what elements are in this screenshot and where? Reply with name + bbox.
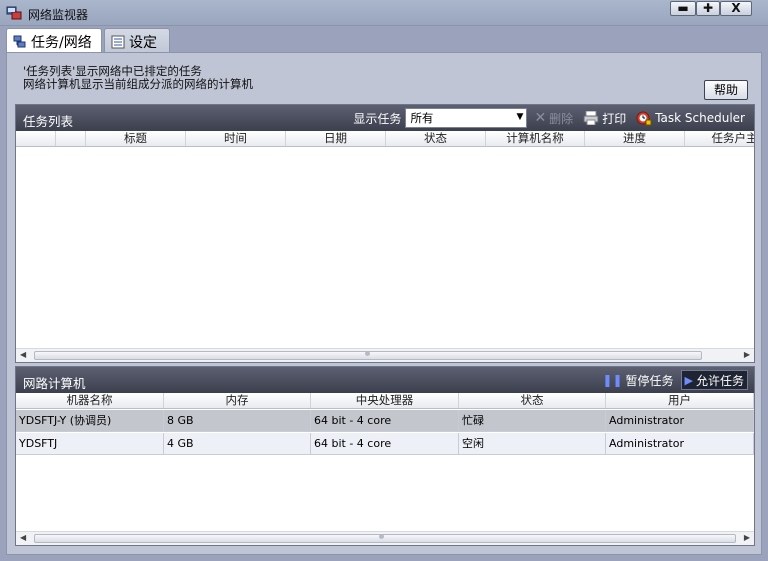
network-monitor-icon <box>6 6 22 20</box>
dropdown-arrow-icon: ▼ <box>516 112 524 122</box>
task-col-owner[interactable]: 任务户主 <box>685 131 755 146</box>
task-scheduler-icon <box>636 111 652 126</box>
printer-icon <box>583 111 599 125</box>
task-col-status[interactable]: 状态 <box>386 131 486 146</box>
machine-cpu-cell: 64 bit - 4 core <box>311 433 459 455</box>
pause-tasks-label: 暂停任务 <box>625 373 674 388</box>
main-content: '任务列表'显示网络中已排定的任务 网络计算机显示当前组成分派的网络的计算机 帮… <box>6 52 762 555</box>
task-list-header: 任务列表 显示任务 所有 ▼ ✕ 删除 打印 Task Scheduler <box>16 105 754 131</box>
task-scheduler-label: Task Scheduler <box>655 111 745 125</box>
scroll-grip-icon <box>379 534 384 539</box>
task-list-title: 任务列表 <box>23 114 74 129</box>
print-label: 打印 <box>602 111 627 126</box>
network-computers-panel: 网路计算机 ❚❚ 暂停任务 ▶ 允许任务 机器名称 内存 中央处理器 状态 用户… <box>15 366 755 546</box>
machine-status-cell: 忙碌 <box>459 410 606 432</box>
print-button[interactable]: 打印 <box>580 108 629 128</box>
title-bar: 网络监视器 ▬ ✚ X <box>0 0 768 26</box>
scroll-left-icon[interactable]: ◀ <box>20 350 26 359</box>
machine-memory-cell: 4 GB <box>164 433 311 455</box>
close-button[interactable]: X <box>720 1 752 16</box>
machine-user-cell: Administrator <box>606 410 754 432</box>
task-grid-header: 标题 时间 日期 状态 计算机名称 进度 任务户主 <box>16 131 754 147</box>
machine-user-cell: Administrator <box>606 433 754 455</box>
machine-name-cell: YDSFTJ <box>16 433 164 455</box>
task-col-time[interactable]: 时间 <box>186 131 286 146</box>
machine-list-scrollbar[interactable]: ◀ ▶ <box>16 531 754 545</box>
machine-cpu-cell: 64 bit - 4 core <box>311 410 459 432</box>
help-button[interactable]: 帮助 <box>704 80 748 100</box>
scroll-thumb[interactable] <box>34 534 736 543</box>
task-list-panel: 任务列表 显示任务 所有 ▼ ✕ 删除 打印 Task Scheduler 标题… <box>15 104 755 363</box>
machine-col-status[interactable]: 状态 <box>459 393 606 408</box>
task-col-date[interactable]: 日期 <box>286 131 386 146</box>
task-col-computer[interactable]: 计算机名称 <box>486 131 585 146</box>
machine-col-user[interactable]: 用户 <box>606 393 754 408</box>
machine-row[interactable]: YDSFTJ 4 GB 64 bit - 4 core 空闲 Administr… <box>16 433 754 455</box>
play-icon: ▶ <box>684 373 693 387</box>
tab-task-network[interactable]: 任务/网络 <box>6 28 102 52</box>
machine-col-cpu[interactable]: 中央处理器 <box>311 393 459 408</box>
task-col-spacer <box>56 131 86 146</box>
network-computers-title: 网路计算机 <box>23 376 86 391</box>
show-tasks-label: 显示任务 <box>353 111 402 126</box>
machine-status-cell: 空闲 <box>459 433 606 455</box>
scroll-right-icon[interactable]: ▶ <box>744 533 750 542</box>
allow-tasks-label: 允许任务 <box>695 373 744 388</box>
tab-settings[interactable]: 设定 <box>104 28 170 52</box>
description-text: '任务列表'显示网络中已排定的任务 网络计算机显示当前组成分派的网络的计算机 <box>23 64 253 91</box>
scroll-left-icon[interactable]: ◀ <box>20 533 26 542</box>
delete-label: 删除 <box>549 111 574 126</box>
network-computers-header: 网路计算机 ❚❚ 暂停任务 ▶ 允许任务 <box>16 367 754 393</box>
allow-tasks-button[interactable]: ▶ 允许任务 <box>680 370 748 390</box>
tab-task-network-label: 任务/网络 <box>31 35 92 51</box>
scroll-right-icon[interactable]: ▶ <box>744 350 750 359</box>
machine-name-cell: YDSFTJ-Y (协调员) <box>16 410 164 432</box>
delete-x-icon: ✕ <box>534 110 547 126</box>
pause-tasks-button[interactable]: ❚❚ 暂停任务 <box>599 370 676 390</box>
scroll-grip-icon <box>365 351 370 356</box>
machine-col-memory[interactable]: 内存 <box>164 393 311 408</box>
task-col-progress[interactable]: 进度 <box>585 131 685 146</box>
window-title: 网络监视器 <box>28 8 89 22</box>
settings-list-icon <box>111 35 125 49</box>
task-scheduler-button[interactable]: Task Scheduler <box>633 108 748 128</box>
task-filter-dropdown[interactable]: 所有 ▼ <box>405 108 528 128</box>
tab-settings-label: 设定 <box>129 35 157 51</box>
pause-icon: ❚❚ <box>602 373 623 387</box>
tab-bar: 任务/网络 设定 <box>6 28 762 52</box>
delete-button[interactable]: ✕ 删除 <box>531 108 576 128</box>
maximize-button[interactable]: ✚ <box>696 1 720 16</box>
machine-grid-header: 机器名称 内存 中央处理器 状态 用户 <box>16 393 754 409</box>
machine-row[interactable]: YDSFTJ-Y (协调员) 8 GB 64 bit - 4 core 忙碌 A… <box>16 410 754 432</box>
task-filter-value: 所有 <box>410 111 434 125</box>
task-list-scrollbar[interactable]: ◀ ▶ <box>16 348 754 362</box>
minimize-button[interactable]: ▬ <box>670 1 696 16</box>
task-col-select[interactable] <box>16 131 56 146</box>
task-network-icon <box>13 35 26 48</box>
machine-memory-cell: 8 GB <box>164 410 311 432</box>
machine-col-name[interactable]: 机器名称 <box>16 393 164 408</box>
task-col-title[interactable]: 标题 <box>86 131 186 146</box>
